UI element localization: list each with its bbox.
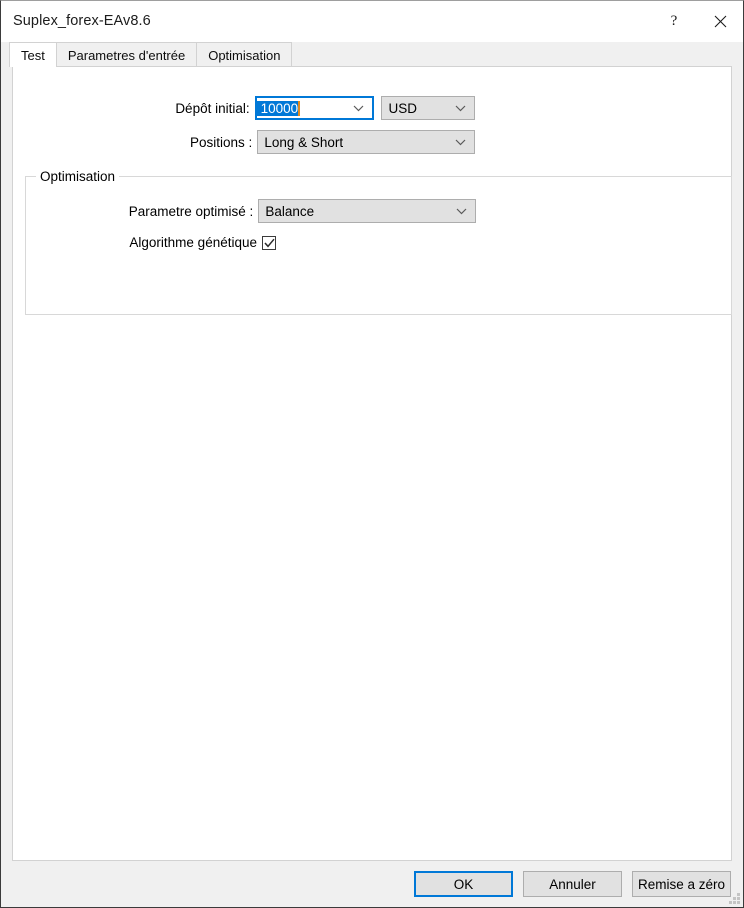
close-button[interactable] [697,1,743,41]
help-icon: ? [670,12,678,29]
text-caret [298,100,300,116]
genetic-algorithm-row: Algorithme génétique [14,235,476,250]
tab-label: Test [21,47,45,63]
resize-grip[interactable] [729,893,740,904]
title-bar-buttons: ? [651,1,743,41]
chevron-down-icon [455,97,466,119]
tab-strip: Test Parametres d'entrée Optimisation [1,42,743,67]
optimisation-groupbox-title: Optimisation [36,169,120,184]
tab-optimisation[interactable]: Optimisation [196,42,293,67]
cancel-button[interactable]: Annuler [523,871,622,897]
positions-row: Positions : Long & Short [13,130,475,154]
tab-content-panel: Dépôt initial: 10000 USD Positions: Lon… [12,66,732,861]
deposit-label: Dépôt initial: [175,100,250,116]
optimised-parameter-combobox[interactable]: Balance [258,199,476,223]
tab-label: Parametres d'entrée [67,47,186,63]
currency-combobox[interactable]: USD [381,96,476,120]
chevron-down-icon [455,131,466,153]
optimised-parameter-row: Parametre optimisé : Balance [14,199,476,223]
tab-parametres-dentree[interactable]: Parametres d'entrée [55,42,198,67]
genetic-algorithm-checkbox[interactable] [262,235,276,250]
positions-value: Long & Short [264,134,344,150]
optimised-parameter-label: Parametre optimisé : [128,203,254,219]
checkmark-icon [263,238,275,247]
help-button[interactable]: ? [651,1,697,41]
ok-button[interactable]: OK [414,871,513,897]
window-title: Suplex_forex-EAv8.6 [13,13,151,29]
tab-label: Optimisation [208,47,281,63]
deposit-row: Dépôt initial: 10000 USD [13,96,476,120]
positions-combobox[interactable]: Long & Short [257,130,475,154]
currency-value: USD [388,100,417,116]
tab-test[interactable]: Test [9,42,57,67]
optimisation-groupbox: Optimisation Parametre optimisé : Balanc… [25,169,732,315]
deposit-combobox[interactable]: 10000 [254,96,375,120]
close-icon [714,15,727,28]
positions-label: Positions : [190,134,253,150]
chevron-down-icon [353,98,364,118]
title-bar: Suplex_forex-EAv8.6 ? [1,1,743,42]
chevron-down-icon [456,200,467,222]
optimised-parameter-value: Balance [265,203,315,219]
dialog-footer: OK Annuler Remise a zéro [1,861,743,907]
reset-button[interactable]: Remise a zéro [632,871,731,897]
genetic-algorithm-label: Algorithme génétique [129,235,257,250]
dialog-window: Suplex_forex-EAv8.6 ? Test Parametres d'… [0,0,744,908]
deposit-value: 10000 [256,100,299,116]
